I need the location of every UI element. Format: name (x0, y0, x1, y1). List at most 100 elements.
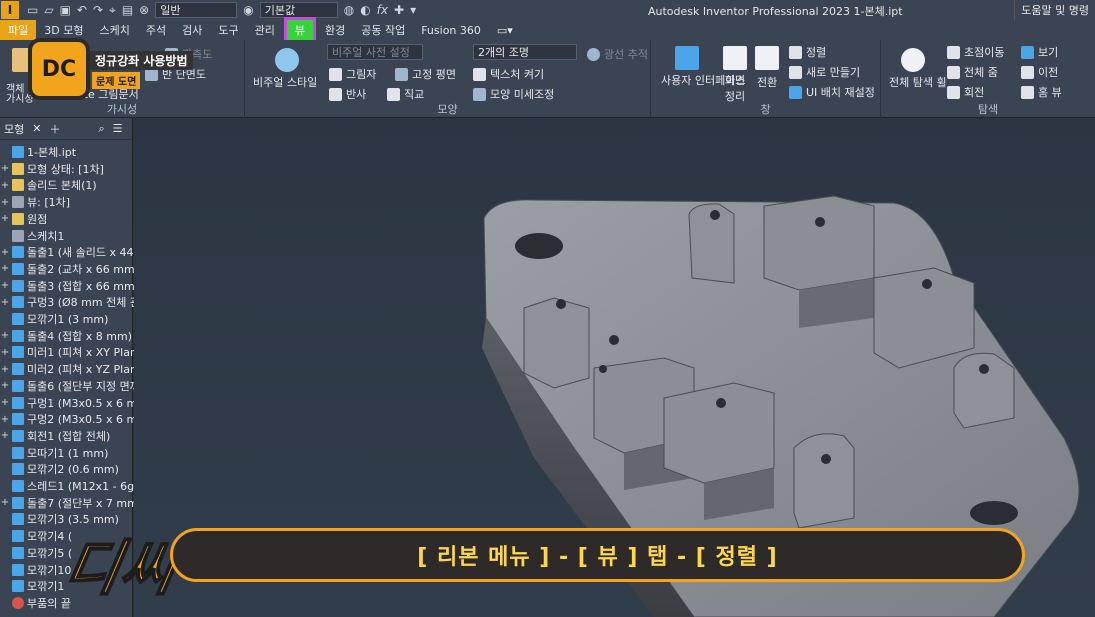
browser-tree-item[interactable]: + 원점 (0, 211, 47, 227)
zoom-all-button[interactable]: 전체 줌 (947, 64, 998, 80)
ray-tracing-button[interactable]: 광선 추적 (587, 46, 648, 62)
save-icon[interactable]: ▣ (60, 3, 71, 17)
browser-tree-item[interactable]: + 미러1 (피쳐 x XY Plan (0, 344, 137, 360)
full-navwheel-button[interactable]: 전체 탐색 휠 (889, 74, 947, 90)
expand-icon[interactable]: + (0, 213, 10, 224)
customize-icon[interactable]: ▾ (410, 3, 416, 17)
appearance-combo[interactable]: 일반 (155, 2, 238, 18)
tab-inspect[interactable]: 검사 (174, 20, 210, 40)
open-icon[interactable]: ▱ (44, 3, 53, 17)
browser-tree-item[interactable]: 모깎기5 ( (0, 545, 72, 561)
arrange-button[interactable]: 정렬 (789, 44, 826, 60)
close-circle-icon[interactable]: ⊗ (139, 3, 149, 17)
tab-collaborate[interactable]: 공동 작업 (353, 20, 413, 40)
browser-tree-item[interactable]: + 뷰: [1차] (0, 194, 70, 210)
browser-tree-item[interactable]: 모깎기4 ( (0, 528, 72, 544)
browser-tree-item[interactable]: + 구멍1 (M3x0.5 x 6 m (0, 395, 137, 411)
tab-tools[interactable]: 도구 (210, 20, 246, 40)
tab-view[interactable]: 뷰 (283, 17, 316, 43)
home-view-button[interactable]: 홈 뷰 (1021, 84, 1062, 100)
lighting-combo[interactable]: 2개의 조명 (473, 44, 577, 60)
appearance-tuning-button[interactable]: 모양 미세조정 (473, 86, 554, 102)
add-tab-icon[interactable]: ＋ (49, 121, 60, 137)
visual-preset-combo[interactable]: 비주얼 사전 설정 (327, 44, 423, 60)
redo-icon[interactable]: ↷ (93, 3, 103, 17)
expand-icon[interactable]: + (0, 330, 10, 341)
browser-tree-item[interactable]: + 미러2 (피쳐 x YZ Plane (0, 361, 144, 377)
ribbon-options-icon[interactable]: ▭▾ (497, 24, 513, 37)
expand-icon[interactable]: + (0, 347, 10, 358)
fx-icon[interactable]: fx (377, 3, 388, 17)
browser-tree-item[interactable]: 모깎기1 (3 mm) (0, 311, 108, 327)
browser-tree-item[interactable]: 모깎기1 (0, 578, 64, 594)
expand-icon[interactable]: + (0, 280, 10, 291)
expand-icon[interactable]: + (0, 397, 10, 408)
browser-tree-item[interactable]: + 회전1 (접합 전체) (0, 428, 110, 444)
visual-style-button[interactable]: 비주얼 스타일 (253, 74, 317, 90)
browser-tree-item[interactable]: + 돌출3 (접합 x 66 mm) (0, 278, 139, 294)
expand-icon[interactable]: + (0, 180, 10, 191)
orthographic-button[interactable]: 직교 (387, 86, 424, 102)
menu-icon[interactable]: ☰ (113, 122, 123, 135)
switch-window-button[interactable]: 전환 (757, 74, 777, 90)
browser-tree-item[interactable]: 모깎기10 (0, 562, 71, 578)
browser-tree-item[interactable]: + 돌출7 (절단부 x 7 mm) (0, 495, 142, 511)
color-override-icon[interactable]: ◍ (344, 3, 354, 17)
browser-tree-item[interactable]: 스레드1 (M12x1 - 6g) (0, 478, 138, 494)
browser-tree-item[interactable]: 1-본체.ipt (0, 144, 76, 160)
browser-tree-item[interactable]: 모깎기2 (0.6 mm) (0, 461, 119, 477)
clean-screen-icon[interactable] (723, 46, 747, 70)
expand-icon[interactable]: + (0, 364, 10, 375)
expand-icon[interactable]: + (0, 497, 10, 508)
clean-screen-button[interactable]: 화면 정리 (723, 72, 747, 104)
update-icon[interactable]: ▤ (122, 3, 133, 17)
navwheel-icon[interactable] (901, 48, 925, 72)
browser-tree-item[interactable]: + 돌출4 (접합 x 8 mm) (0, 328, 132, 344)
browser-tree-item[interactable]: + 돌출6 (절단부 지정 면까 (0, 378, 140, 394)
select-icon[interactable]: ⌖ (109, 3, 116, 18)
tab-file[interactable]: 파일 (0, 20, 37, 40)
expand-icon[interactable]: + (0, 247, 10, 258)
expand-icon[interactable]: + (0, 297, 10, 308)
material-combo[interactable]: 기본값 (259, 2, 338, 18)
color-wheel-icon[interactable]: ◉ (243, 3, 253, 17)
pan-button[interactable]: 초점이동 (947, 44, 1004, 60)
expand-icon[interactable]: + (0, 414, 10, 425)
ground-plane-button[interactable]: 고정 평면 (395, 66, 456, 82)
expand-icon[interactable]: + (0, 163, 10, 174)
tab-environments[interactable]: 환경 (317, 20, 353, 40)
undo-icon[interactable]: ↶ (77, 3, 87, 17)
expand-icon[interactable]: + (0, 263, 10, 274)
previous-view-button[interactable]: 이전 (1021, 64, 1058, 80)
reset-ui-button[interactable]: UI 배치 재설정 (789, 84, 875, 100)
reflections-button[interactable]: 반사 (329, 86, 366, 102)
help-search[interactable]: 도움말 및 명령 (1014, 0, 1095, 20)
browser-tab-model[interactable]: 모형 (4, 121, 24, 137)
tab-3d-model[interactable]: 3D 모형 (36, 20, 91, 40)
browser-tree-item[interactable]: + 솔리드 본체(1) (0, 177, 97, 193)
tab-annotate[interactable]: 주석 (138, 20, 174, 40)
tab-manage[interactable]: 관리 (247, 20, 283, 40)
expand-icon[interactable]: + (0, 197, 10, 208)
expand-icon[interactable]: + (0, 430, 10, 441)
browser-tree-item[interactable]: + 돌출1 (새 솔리드 x 44 r (0, 244, 142, 260)
add-icon[interactable]: ✚ (394, 3, 404, 17)
browser-tree-item[interactable]: + 구멍3 (Ø8 mm 전체 관 (0, 294, 140, 310)
visual-style-icon[interactable] (275, 48, 299, 72)
browser-tree-item[interactable]: 모따기1 (1 mm) (0, 445, 108, 461)
adjust-icon[interactable]: ◐ (360, 3, 370, 17)
switch-window-icon[interactable] (755, 46, 779, 70)
expand-icon[interactable]: + (0, 380, 10, 391)
browser-tree-item[interactable]: + 모형 상태: [1차] (0, 161, 104, 177)
new-window-button[interactable]: 새로 만들기 (789, 64, 860, 80)
search-icon[interactable]: ⌕ (98, 122, 104, 136)
user-interface-icon[interactable] (675, 46, 699, 70)
inventor-app-icon[interactable]: I (1, 1, 19, 19)
tab-sketch[interactable]: 스케치 (91, 20, 137, 40)
tab-fusion-360[interactable]: Fusion 360 (413, 20, 489, 40)
textures-button[interactable]: 텍스처 켜기 (473, 66, 544, 82)
orbit-button[interactable]: 회전 (947, 84, 984, 100)
browser-tree-item[interactable]: + 구멍2 (M3x0.5 x 6 m (0, 411, 137, 427)
browser-tree-item[interactable]: + 돌출2 (교차 x 66 mm) (0, 261, 139, 277)
browser-tree-item[interactable]: 스케치1 (0, 228, 64, 244)
